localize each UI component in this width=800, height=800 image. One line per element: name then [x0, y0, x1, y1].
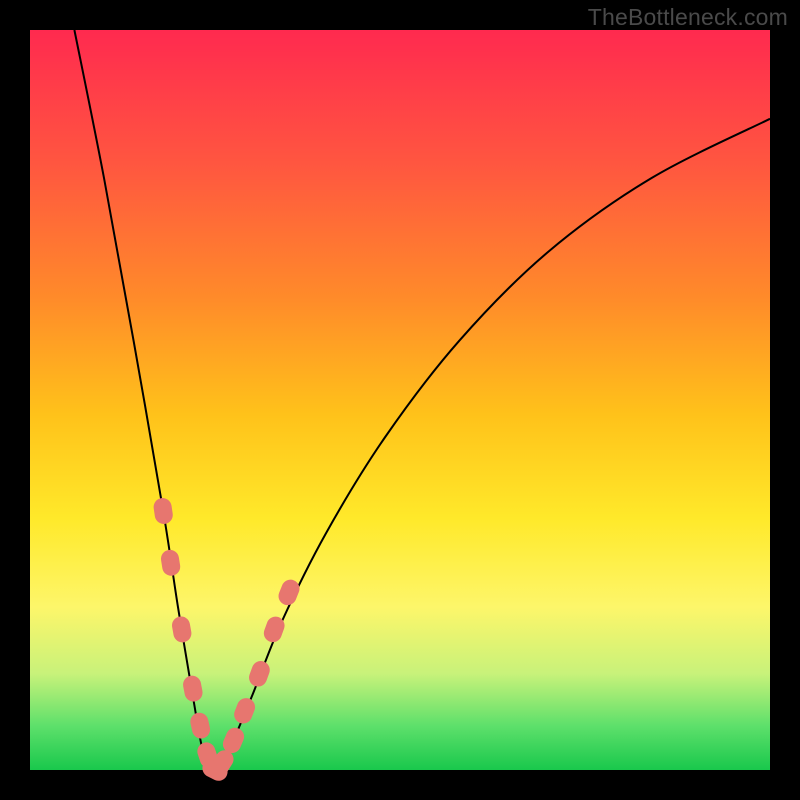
- marker-capsule: [276, 577, 302, 608]
- watermark-text: TheBottleneck.com: [588, 4, 788, 31]
- marker-capsule: [182, 674, 205, 703]
- chart-overlay: [30, 30, 770, 770]
- outer-frame: TheBottleneck.com: [0, 0, 800, 800]
- bottleneck-curve: [74, 30, 770, 770]
- marker-group: [152, 497, 302, 784]
- marker-capsule: [232, 695, 258, 726]
- marker-capsule: [189, 711, 212, 740]
- marker-capsule: [246, 659, 272, 690]
- marker-capsule: [152, 497, 173, 525]
- marker-capsule: [160, 549, 182, 577]
- marker-capsule: [171, 615, 193, 644]
